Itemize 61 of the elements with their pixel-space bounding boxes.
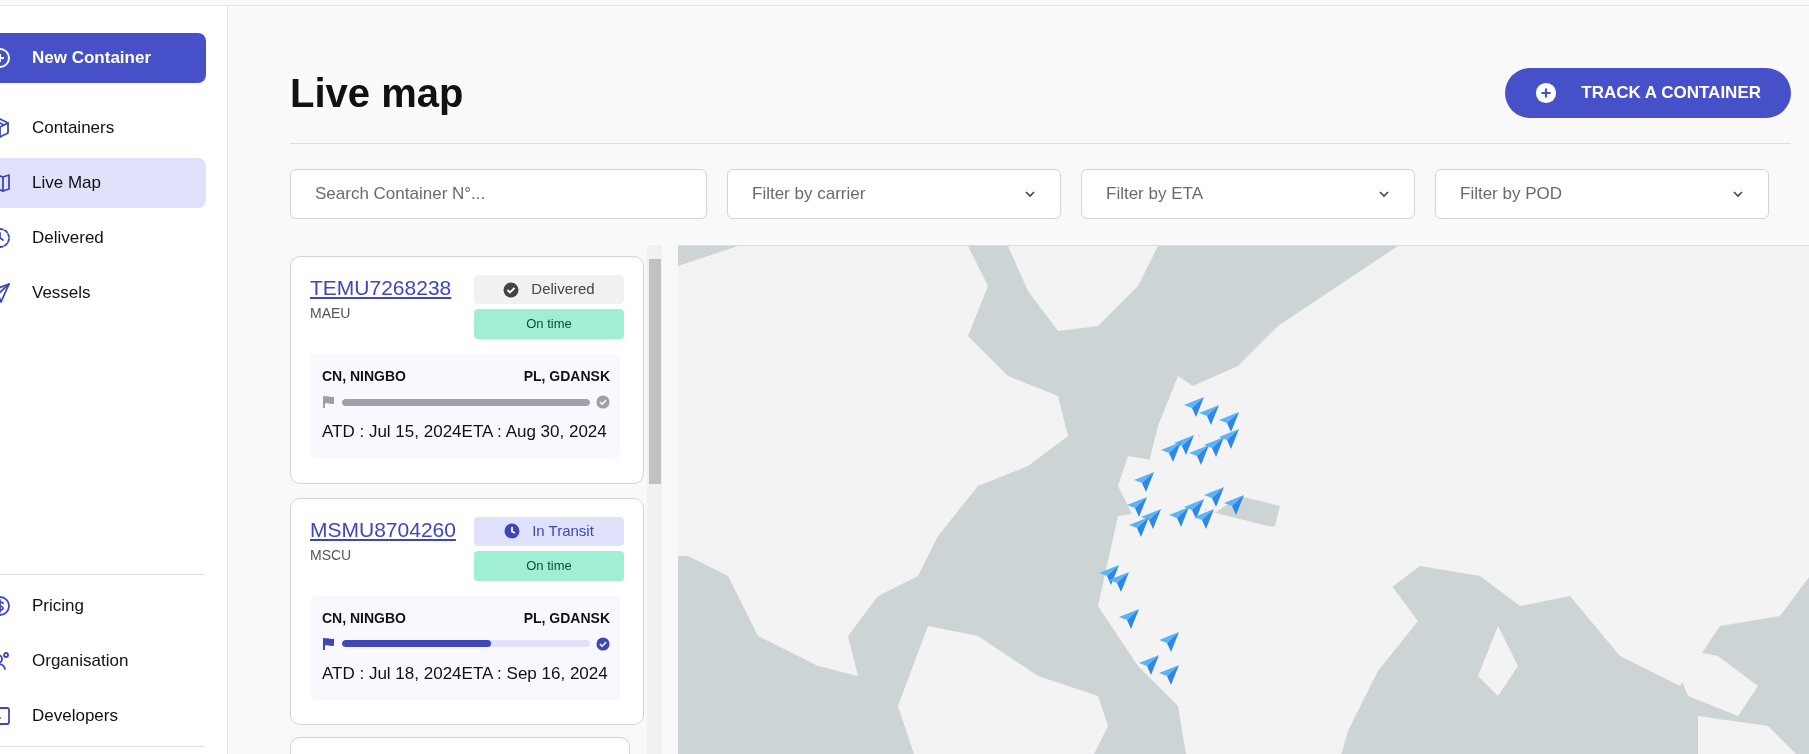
chevron-down-icon <box>1378 188 1390 200</box>
nav-item[interactable]: Pricing <box>0 581 205 631</box>
track-container-button[interactable]: TRACK A CONTAINER <box>1505 67 1791 118</box>
filter-dropdown[interactable]: Filter by POD <box>1435 169 1769 219</box>
container-number-link[interactable]: TEMU7268238 <box>310 275 452 301</box>
scrollbar[interactable] <box>647 245 662 754</box>
carrier-code: MAEU <box>310 304 352 323</box>
on-time-badge: On time <box>474 550 624 581</box>
nav-item[interactable]: Live Map <box>0 158 206 208</box>
filter-dropdown[interactable]: Filter by ETA <box>1081 169 1415 219</box>
vessel-marker-icon[interactable] <box>1218 428 1240 450</box>
nav-item[interactable]: Containers <box>0 103 206 153</box>
check-circle-icon <box>596 395 610 409</box>
flag-icon <box>322 395 336 409</box>
search-field[interactable]: Search Container N°... <box>290 169 707 219</box>
destination-port: PL, GDANSK <box>523 608 610 628</box>
vessel-marker-icon[interactable] <box>1223 494 1245 516</box>
container-number-link[interactable]: MSMU8704260 <box>310 516 456 543</box>
vessel-marker-icon[interactable] <box>1158 664 1180 686</box>
vessel-marker-icon[interactable] <box>1168 506 1190 528</box>
check-circle-icon <box>596 636 610 651</box>
page-title: Live map <box>290 69 464 117</box>
filter-dropdown[interactable]: Filter by carrier <box>727 169 1061 219</box>
destination-port: PL, GDANSK <box>523 367 610 386</box>
origin-port: CN, NINGBO <box>322 367 406 386</box>
vessel-marker-icon[interactable] <box>1138 654 1160 676</box>
vessel-marker-icon[interactable] <box>1193 508 1215 530</box>
nav-item[interactable]: Organisation <box>0 636 205 686</box>
vessel-marker-icon[interactable] <box>1108 571 1130 593</box>
vessel-marker-icon[interactable] <box>1140 508 1162 530</box>
flag-icon <box>322 636 336 651</box>
on-time-badge: On time <box>474 309 624 339</box>
new-container-button[interactable]: New Container <box>0 33 206 83</box>
carrier-code: MSCU <box>310 545 353 565</box>
vessel-marker-icon[interactable] <box>1118 608 1140 630</box>
vessel-marker-icon[interactable] <box>1126 496 1148 518</box>
check-circle-icon <box>503 281 520 298</box>
status-badge: Delivered <box>474 275 624 304</box>
vessel-marker-icon[interactable] <box>1218 411 1240 433</box>
origin-port: CN, NINGBO <box>322 608 406 628</box>
vessel-marker-icon[interactable] <box>1160 441 1182 463</box>
vessel-marker-icon[interactable] <box>1158 631 1180 653</box>
vessel-marker-icon[interactable] <box>1183 396 1205 418</box>
vessel-marker-icon[interactable] <box>1173 434 1195 456</box>
vessel-marker-icon[interactable] <box>1203 436 1225 458</box>
clock-icon <box>504 523 521 539</box>
vessel-marker-icon[interactable] <box>1128 516 1150 538</box>
nav-item[interactable]: Developers <box>0 691 205 741</box>
departure-arrival-dates: ATD : Jul 15, 2024ETA : Aug 30, 2024 <box>322 421 608 443</box>
vessel-marker-icon[interactable] <box>1198 404 1220 426</box>
nav-item[interactable]: Vessels <box>0 268 206 318</box>
vessel-marker-icon[interactable] <box>1098 564 1120 586</box>
vessel-marker-icon[interactable] <box>1203 486 1225 508</box>
vessel-marker-icon[interactable] <box>1188 444 1210 466</box>
departure-arrival-dates: ATD : Jul 18, 2024ETA : Sep 16, 2024 <box>322 662 609 685</box>
chevron-down-icon <box>1024 188 1036 200</box>
status-badge: In Transit <box>474 516 624 546</box>
plus-circle-icon <box>1535 81 1558 104</box>
vessel-marker-icon[interactable] <box>1133 471 1155 493</box>
nav-item[interactable]: Delivered <box>0 213 206 263</box>
chevron-down-icon <box>1732 188 1744 200</box>
